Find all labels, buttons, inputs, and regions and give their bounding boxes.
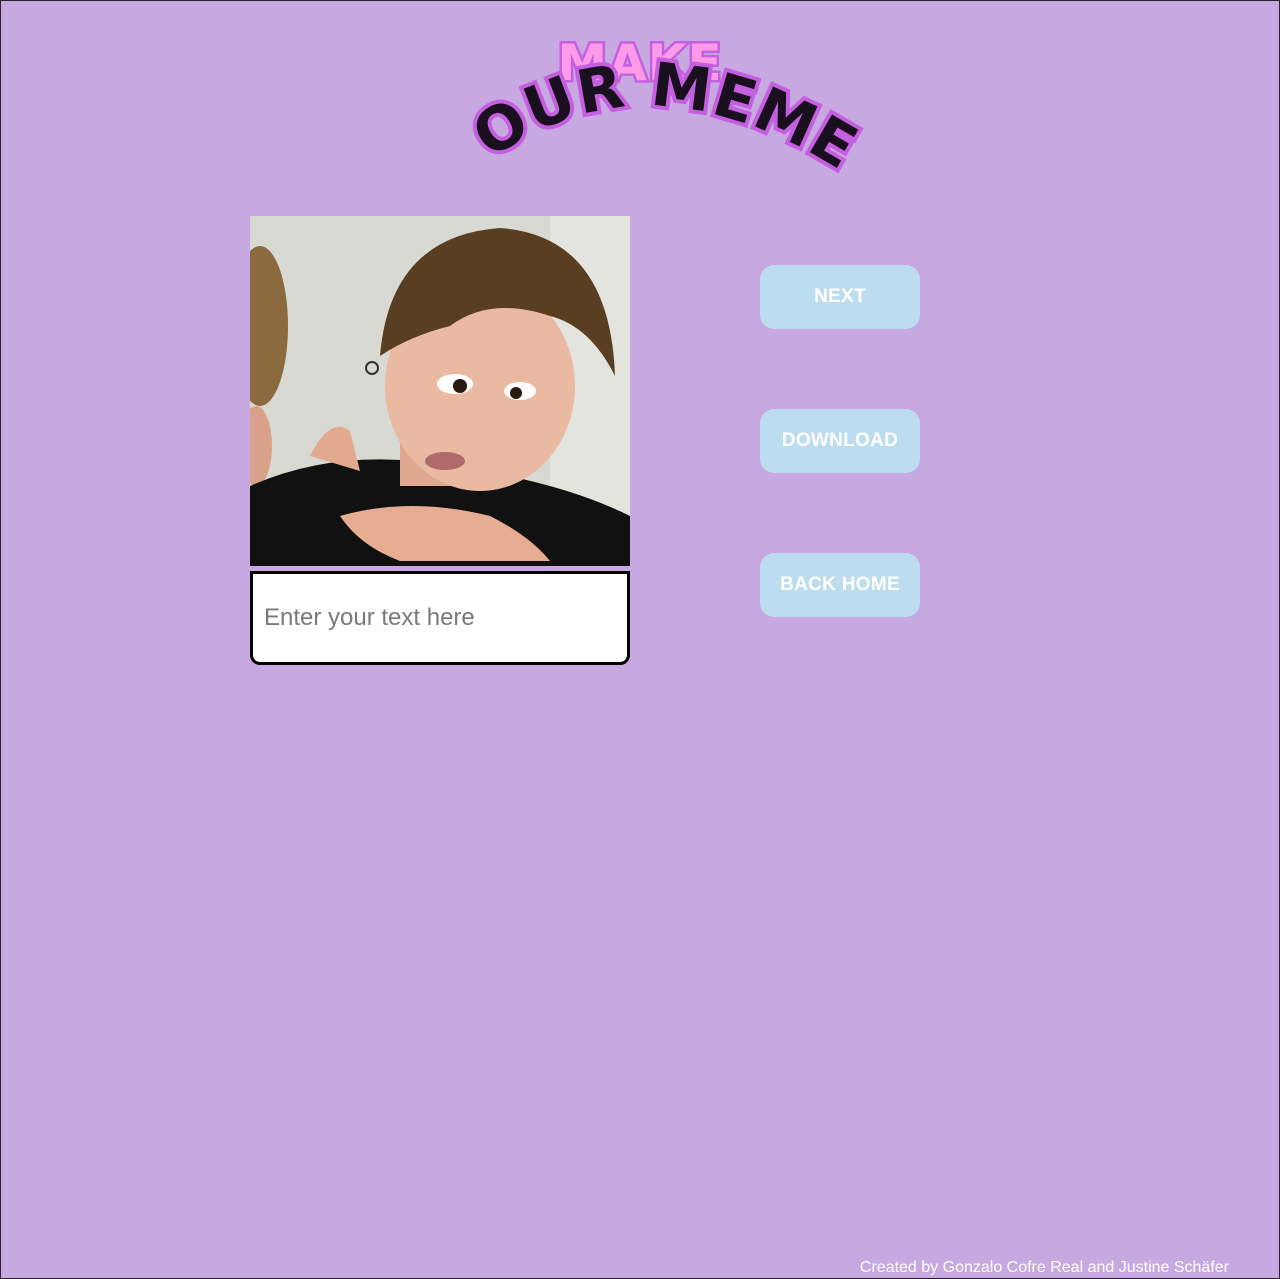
download-button[interactable]: DOWNLOAD — [760, 409, 920, 473]
page-frame — [0, 0, 1280, 1279]
next-button[interactable]: NEXT — [760, 265, 920, 329]
back-home-button[interactable]: BACK HOME — [760, 553, 920, 617]
logo-your-meme-text: YOUR MEME! — [408, 0, 869, 184]
meme-text-input[interactable] — [250, 571, 630, 665]
footer-credit: Created by Gonzalo Cofre Real and Justin… — [859, 1259, 1229, 1276]
meme-photo — [250, 216, 630, 566]
make-your-meme-logo: MAKE YOUR MEME! — [404, 0, 872, 188]
logo-your-meme-path: YOUR MEME! — [404, 0, 872, 188]
logo-graphic: MAKE YOUR MEME! — [404, 0, 872, 188]
meme-image — [250, 216, 630, 566]
